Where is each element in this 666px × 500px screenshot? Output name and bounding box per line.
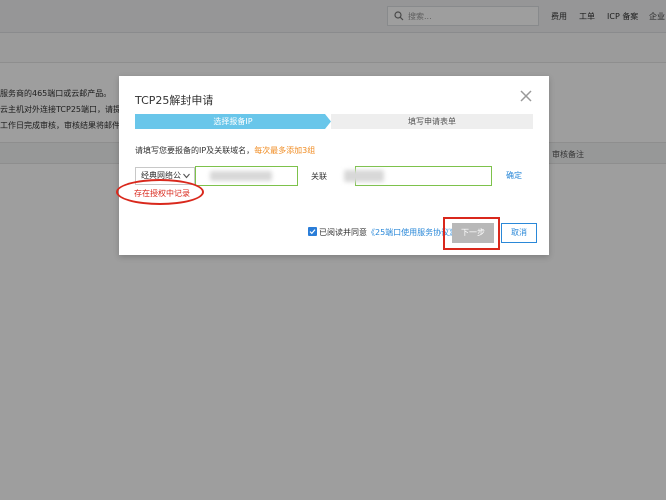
- close-icon[interactable]: [520, 90, 532, 102]
- step-fill-form: 填写申请表单: [331, 114, 533, 129]
- agree-prefix: 已阅读并同意: [319, 228, 367, 237]
- next-step-button[interactable]: 下一步: [452, 223, 494, 243]
- redacted-domain: [344, 170, 384, 182]
- dialog-title: TCP25解封申请: [135, 94, 214, 107]
- ip-input[interactable]: [195, 166, 298, 186]
- instruction-limit: 每次最多添加3组: [254, 146, 316, 155]
- agree-checkbox[interactable]: [308, 227, 317, 236]
- annotation-oval: [116, 179, 204, 205]
- chevron-down-icon: [183, 173, 190, 179]
- instruction-main: 请填写您要报备的IP及关联域名，: [135, 146, 255, 155]
- instruction-text: 请填写您要报备的IP及关联域名，每次最多添加3组: [135, 145, 315, 156]
- domain-input[interactable]: [344, 166, 492, 186]
- check-icon: [309, 229, 316, 235]
- agree-text: 已阅读并同意《25端口使用服务协议》: [319, 227, 457, 238]
- tcp25-unblock-dialog: TCP25解封申请 选择报备IP 填写申请表单 请填写您要报备的IP及关联域名，…: [116, 76, 549, 255]
- redacted-ip: [210, 171, 272, 181]
- step-select-ip: 选择报备IP: [135, 114, 331, 129]
- cancel-button[interactable]: 取消: [501, 223, 537, 243]
- confirm-link[interactable]: 确定: [506, 170, 522, 181]
- step-progress: 选择报备IP 填写申请表单: [135, 114, 533, 129]
- relation-label: 关联: [311, 172, 327, 181]
